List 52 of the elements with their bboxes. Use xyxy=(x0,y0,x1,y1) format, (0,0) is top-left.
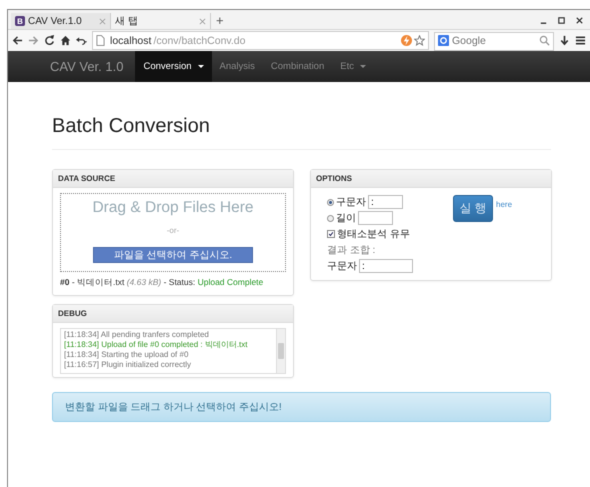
star-icon[interactable] xyxy=(414,35,425,46)
field-label: 구문자 xyxy=(327,260,357,273)
result-label: 결과 조합 : xyxy=(327,244,376,257)
page-icon xyxy=(96,35,105,46)
log-line: [11:16:57] Plugin initialized correctly xyxy=(64,360,192,370)
search-field[interactable]: Google xyxy=(434,32,554,50)
panel-heading: OPTIONS xyxy=(311,170,551,188)
option-label: 형태소분석 유무 xyxy=(337,228,410,241)
radio-button[interactable] xyxy=(327,214,334,222)
input-field[interactable]: : xyxy=(359,259,413,273)
google-icon xyxy=(438,35,449,46)
radio-button[interactable] xyxy=(327,198,334,206)
run-button[interactable]: 실 행 xyxy=(453,195,493,222)
brand-link[interactable]: CAV Ver. 1.0 xyxy=(50,51,136,82)
new-tab-button[interactable]: + xyxy=(211,13,229,29)
back-icon[interactable] xyxy=(12,35,23,46)
home-icon[interactable] xyxy=(60,35,71,46)
info-alert: 변환할 파일을 드래그 하거나 선택하여 주십시오! xyxy=(52,392,551,422)
favicon-icon: B xyxy=(15,16,25,26)
address-bar[interactable]: localhost /conv/batchConv.do xyxy=(92,31,429,50)
reload-icon[interactable] xyxy=(44,35,55,46)
forward-icon[interactable] xyxy=(28,35,39,46)
select-files-button[interactable]: 파일을 선택하여 주십시오. xyxy=(93,247,253,263)
close-icon[interactable] xyxy=(575,16,584,25)
log-line: [11:18:34] Upload of file #0 completed : 빅데이터.txt xyxy=(64,340,248,350)
browser-tab[interactable]: 새 탭 xyxy=(111,13,211,29)
page-title: Batch Conversion xyxy=(52,115,551,150)
panel-heading: DATA SOURCE xyxy=(53,170,293,188)
scrollbar[interactable] xyxy=(276,329,285,373)
download-icon[interactable] xyxy=(559,35,570,46)
browser-tab[interactable]: B CAV Ver.1.0 xyxy=(11,13,111,29)
log-line: [11:18:34] Starting the upload of #0 xyxy=(64,350,190,360)
drop-zone[interactable]: Drag & Drop Files Here -or- 파일을 선택하여 주십시오. xyxy=(60,193,286,272)
search-icon[interactable] xyxy=(539,35,550,46)
option-label: 구문자 xyxy=(336,196,366,209)
file-status: #0 - 빅데이터.txt (4.63 kB) - Status: Upload Complete xyxy=(60,277,264,289)
or-text: -or- xyxy=(166,226,180,235)
undo-icon[interactable] xyxy=(76,35,87,46)
nav-item[interactable]: Etc xyxy=(332,51,374,82)
input-field[interactable] xyxy=(358,211,393,225)
option-label: 길이 xyxy=(336,212,356,225)
drop-text: Drag & Drop Files Here xyxy=(92,199,254,217)
input-field[interactable]: : xyxy=(368,195,403,209)
log-line: [11:18:34] All pending tranfers completed xyxy=(64,330,210,340)
maximize-icon[interactable] xyxy=(557,16,566,25)
panel-heading: DEBUG xyxy=(53,305,293,323)
checkbox[interactable] xyxy=(327,230,335,238)
here-link[interactable]: here xyxy=(496,200,512,209)
nav-item[interactable]: Combination xyxy=(262,51,332,82)
menu-icon[interactable] xyxy=(575,35,586,46)
nav-item[interactable]: Analysis xyxy=(212,51,263,82)
nav-item[interactable]: Conversion xyxy=(135,51,212,82)
